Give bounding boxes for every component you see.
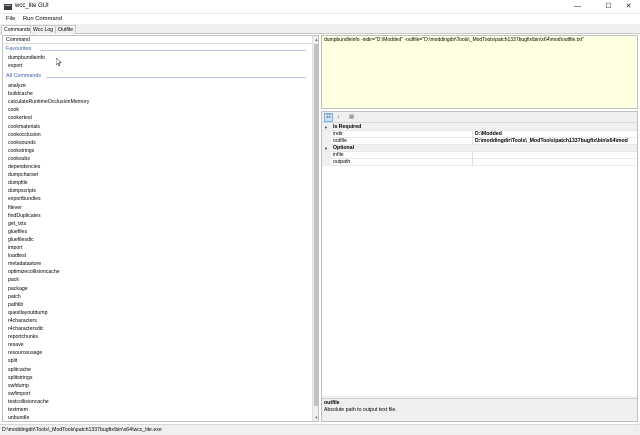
command-item[interactable]: r4charactersdlc — [8, 326, 43, 334]
command-item[interactable]: cookmaterials — [8, 124, 40, 132]
property-pages-icon[interactable]: ▤ — [347, 113, 356, 122]
property-name: outpath — [333, 159, 351, 165]
command-item[interactable]: reportchunks — [8, 334, 38, 342]
property-row-indir[interactable]: indir D:\Modded — [322, 131, 637, 138]
all-commands-label: All Commands — [6, 73, 42, 79]
category-row-optional[interactable]: ▼ Optional — [322, 145, 637, 152]
command-item[interactable]: package — [8, 286, 28, 294]
command-item[interactable]: dumpcharset — [8, 172, 38, 180]
command-item[interactable]: questlayoutdump — [8, 310, 48, 318]
command-item[interactable]: r4characters — [8, 318, 37, 326]
collapse-icon[interactable]: ▼ — [324, 124, 328, 131]
all-commands-group-header[interactable]: All Commands — [6, 73, 306, 81]
property-help-panel: outfile Absolute path to output text fil… — [322, 398, 637, 421]
command-item[interactable]: pack — [8, 277, 19, 285]
group-divider — [46, 77, 306, 78]
command-item[interactable]: resourceusage — [8, 350, 42, 358]
command-item[interactable]: cooksubs — [8, 156, 30, 164]
tab-commands[interactable]: Commands — [1, 25, 34, 35]
favourites-group-header[interactable]: Favourites — [6, 46, 306, 54]
title-bar: wcc_lite GUI — ☐ ✕ — [0, 0, 640, 14]
category-label: Is Required — [333, 124, 362, 130]
property-grid: ☷ ↕ ▤ ▼ Is Required indir D:\Modded outf… — [321, 111, 638, 422]
property-name: indir — [333, 131, 343, 137]
tab-outfile[interactable]: Outfile — [55, 25, 76, 34]
mouse-pointer-icon — [56, 58, 62, 67]
command-item[interactable]: get_txts — [8, 221, 26, 229]
property-value-outfile[interactable]: D:\moddingdir\Tools\_ModTools\patch1337b… — [475, 138, 628, 145]
command-item[interactable]: gluefilesdlc — [8, 237, 34, 245]
command-item[interactable]: findDuplicates — [8, 213, 41, 221]
command-item[interactable]: import — [8, 245, 22, 253]
command-item[interactable]: dependencies — [8, 164, 40, 172]
category-label: Optional — [333, 145, 355, 151]
favourites-label: Favourites — [6, 46, 32, 52]
category-row-required[interactable]: ▼ Is Required — [322, 124, 637, 131]
property-name: infile — [333, 152, 344, 158]
collapse-icon[interactable]: ▼ — [324, 145, 328, 152]
command-list-scrollbar[interactable]: ▲ ▼ — [312, 36, 318, 421]
command-item[interactable]: cookertest — [8, 115, 32, 123]
property-value-indir[interactable]: D:\Modded — [475, 131, 502, 138]
command-item[interactable]: testcollisioncache — [8, 399, 49, 407]
command-item[interactable]: dumpfile — [8, 180, 28, 188]
property-row-outfile[interactable]: outfile D:\moddingdir\Tools\_ModTools\pa… — [322, 138, 637, 145]
command-item[interactable]: gluefiles — [8, 229, 27, 237]
status-bar: D:\moddingdir\Tools\_ModTools\patch1337b… — [0, 424, 640, 435]
command-item[interactable]: resave — [8, 342, 24, 350]
command-item[interactable]: patch — [8, 294, 21, 302]
tab-wcc-log[interactable]: Wcc Log — [30, 25, 57, 34]
resize-grip-icon[interactable]: ⋰ — [633, 428, 638, 434]
command-item[interactable]: cooksounds — [8, 140, 36, 148]
property-grid-toolbar: ☷ ↕ ▤ — [322, 112, 637, 123]
scrollbar-thumb[interactable] — [314, 44, 318, 406]
command-item[interactable]: loadtest — [8, 253, 26, 261]
command-item[interactable]: calculateRuntimeOcclusionMemory — [8, 99, 89, 107]
command-item[interactable]: splitcache — [8, 367, 31, 375]
scroll-down-icon[interactable]: ▼ — [313, 414, 318, 421]
status-text: D:\moddingdir\Tools\_ModTools\patch1337b… — [2, 427, 162, 433]
command-line-preview[interactable]: dumpbundleinfo -indir="D:\Modded" -outfi… — [321, 35, 638, 109]
group-divider — [40, 50, 306, 51]
command-item[interactable]: textmem — [8, 407, 28, 415]
command-item[interactable]: swfimport — [8, 391, 30, 399]
menu-run-command[interactable]: Run Command — [23, 16, 62, 22]
property-grid-body: ▼ Is Required indir D:\Modded outfile D:… — [322, 124, 637, 396]
property-row-infile[interactable]: infile — [322, 152, 637, 159]
command-item[interactable]: buildcache — [8, 91, 33, 99]
command-item[interactable]: unbundle — [8, 415, 29, 421]
command-column-header[interactable]: Command — [3, 36, 312, 44]
command-item[interactable]: splitstrings — [8, 375, 33, 383]
categorized-icon[interactable]: ☷ — [324, 113, 333, 122]
command-item[interactable]: split — [8, 358, 17, 366]
menu-file[interactable]: File — [6, 16, 15, 22]
command-item[interactable]: pathlib — [8, 302, 23, 310]
command-item[interactable]: swfdump — [8, 383, 29, 391]
window-title: wcc_lite GUI — [15, 3, 49, 9]
favourite-item[interactable]: dumpbundleinfo — [8, 55, 45, 63]
tab-strip: Commands Wcc Log Outfile — [0, 24, 640, 35]
help-title: outfile — [324, 400, 340, 406]
app-icon — [4, 4, 12, 10]
command-item[interactable]: cookocclusion — [8, 132, 41, 140]
command-item[interactable]: cook — [8, 107, 19, 115]
command-item[interactable]: optimizecollisioncache — [8, 269, 60, 277]
close-button[interactable]: ✕ — [616, 0, 640, 14]
alphabetical-icon[interactable]: ↕ — [334, 113, 343, 122]
scroll-up-icon[interactable]: ▲ — [313, 36, 318, 43]
property-row-outpath[interactable]: outpath — [322, 159, 637, 166]
help-description: Absolute path to output text file. — [324, 407, 397, 413]
minimize-button[interactable]: — — [565, 0, 590, 14]
command-item[interactable]: analyze — [8, 83, 26, 91]
menu-bar: File Run Command — [0, 14, 640, 24]
property-name: outfile — [333, 138, 347, 144]
command-item[interactable]: metadatastore — [8, 261, 41, 269]
command-item[interactable]: filever — [8, 205, 22, 213]
command-item[interactable]: cookstrings — [8, 148, 34, 156]
command-item[interactable]: dumpscripts — [8, 188, 36, 196]
command-item[interactable]: exportbundles — [8, 196, 41, 204]
favourite-item[interactable]: export — [8, 63, 22, 71]
command-list-panel: Command Favourites dumpbundleinfo export … — [2, 35, 319, 422]
